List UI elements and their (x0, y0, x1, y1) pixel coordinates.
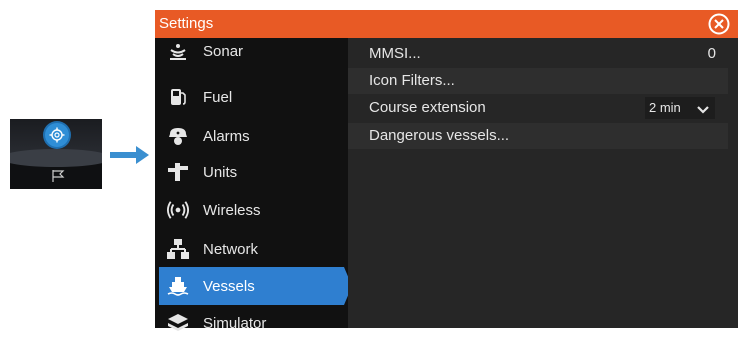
vessels-settings-panel: MMSI... 0 Icon Filters... Course extensi… (348, 38, 738, 328)
alarm-bell-icon (167, 125, 189, 147)
dangerous-vessels-label: Dangerous vessels... (369, 127, 510, 144)
settings-sidebar: Sonar Fuel Alarms Units Wireless Network… (155, 38, 352, 332)
network-icon (167, 238, 189, 260)
sidebar-item-sonar[interactable]: Sonar (159, 32, 344, 70)
sidebar-item-vessels[interactable]: Vessels (159, 267, 352, 305)
sidebar-item-label: Alarms (203, 127, 250, 145)
course-extension-dropdown[interactable]: 2 min (645, 97, 715, 119)
sidebar-item-label: Fuel (203, 88, 233, 106)
sidebar-item-alarms[interactable]: Alarms (159, 117, 344, 155)
ruler-icon (167, 161, 189, 183)
gear-icon (45, 123, 69, 147)
settings-thumbnail (10, 119, 102, 189)
mmsi-value: 0 (707, 45, 716, 62)
chevron-down-icon (697, 102, 709, 120)
window-title: Settings (159, 15, 214, 32)
simulator-icon (167, 312, 189, 334)
arrow-right-icon (110, 145, 150, 170)
course-extension-row: Course extension 2 min (348, 95, 728, 121)
sidebar-item-label: Simulator (203, 314, 267, 332)
thumbnail-wave (10, 149, 102, 167)
sidebar-item-units[interactable]: Units (159, 153, 344, 191)
sonar-icon (167, 40, 189, 62)
mmsi-label: MMSI... (369, 45, 421, 62)
mmsi-row[interactable]: MMSI... 0 (348, 41, 728, 67)
sidebar-item-simulator[interactable]: Simulator (159, 304, 344, 342)
fuel-pump-icon (167, 86, 189, 108)
vessel-icon (167, 275, 189, 297)
sidebar-item-label: Units (203, 163, 238, 181)
sidebar-item-label: Vessels (203, 277, 255, 295)
sidebar-item-label: Wireless (203, 201, 261, 219)
sidebar-item-label: Network (203, 240, 259, 258)
dangerous-vessels-row[interactable]: Dangerous vessels... (348, 123, 728, 149)
course-extension-value: 2 min (649, 100, 681, 115)
settings-window: Settings Sonar Fuel Alarms Units Wireles… (155, 10, 738, 332)
flag-icon (51, 169, 65, 188)
icon-filters-label: Icon Filters... (369, 72, 455, 89)
course-extension-label: Course extension (369, 99, 486, 116)
close-icon[interactable] (708, 13, 730, 35)
icon-filters-row[interactable]: Icon Filters... (348, 68, 728, 94)
sidebar-item-wireless[interactable]: Wireless (159, 191, 344, 229)
sidebar-item-network[interactable]: Network (159, 230, 344, 268)
wireless-icon (167, 199, 189, 221)
sidebar-item-label: Sonar (203, 42, 244, 60)
sidebar-item-fuel[interactable]: Fuel (159, 78, 344, 116)
